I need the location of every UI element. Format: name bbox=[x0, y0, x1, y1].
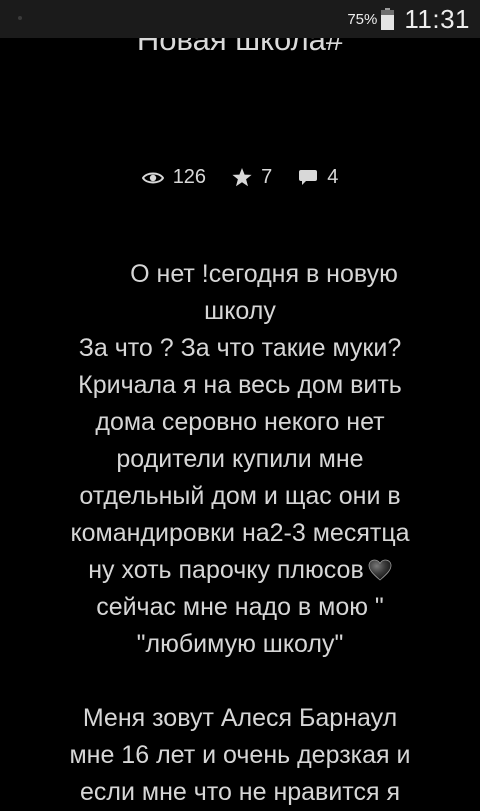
star-icon bbox=[232, 168, 252, 187]
black-heart-icon bbox=[368, 559, 392, 581]
story-line: Кричала я на весь дом вить bbox=[78, 371, 402, 399]
story-line: командировки на2-3 месятца bbox=[70, 519, 410, 547]
stars-stat: 7 bbox=[232, 166, 272, 189]
story-line: За что ? За что такие муки? bbox=[78, 334, 402, 362]
comments-count: 4 bbox=[327, 166, 339, 188]
story-line: если мне что не нравится я bbox=[80, 778, 400, 806]
story-line: Меня зовут Алеся Барнаул bbox=[82, 704, 398, 732]
battery-percent: 75% bbox=[347, 10, 378, 28]
comment-icon bbox=[299, 170, 318, 185]
story-line: ну хоть парочку плюсов bbox=[32, 552, 448, 589]
story-line: школу bbox=[204, 297, 276, 325]
story-line: "любимую школу" bbox=[136, 630, 344, 658]
story-stats: 126 7 4 bbox=[0, 166, 480, 189]
story-line: дома серовно некого нет bbox=[95, 408, 385, 436]
story-line: сейчас мне надо в мою " bbox=[96, 593, 384, 621]
story-line: О нет !сегодня в новую bbox=[130, 260, 398, 288]
views-count: 126 bbox=[172, 166, 207, 188]
notification-dot-icon bbox=[18, 16, 22, 20]
story-line: мне 16 лет и очень дерзкая и bbox=[69, 741, 411, 769]
story-line: родители купили мне bbox=[116, 445, 364, 473]
status-clock: 11:31 bbox=[404, 3, 470, 34]
battery-icon bbox=[381, 8, 395, 30]
eye-icon bbox=[141, 172, 164, 183]
status-bar: 75% 11:31 bbox=[0, 0, 480, 38]
comments-stat: 4 bbox=[298, 166, 338, 189]
story-line: отдельный дом и щас они в bbox=[79, 482, 401, 510]
story-text: О нет !сегодня в новую школу За что ? За… bbox=[32, 256, 448, 811]
stars-count: 7 bbox=[261, 166, 273, 188]
status-bar-right: 75% 11:31 bbox=[347, 0, 470, 38]
views-stat: 126 bbox=[141, 166, 207, 189]
